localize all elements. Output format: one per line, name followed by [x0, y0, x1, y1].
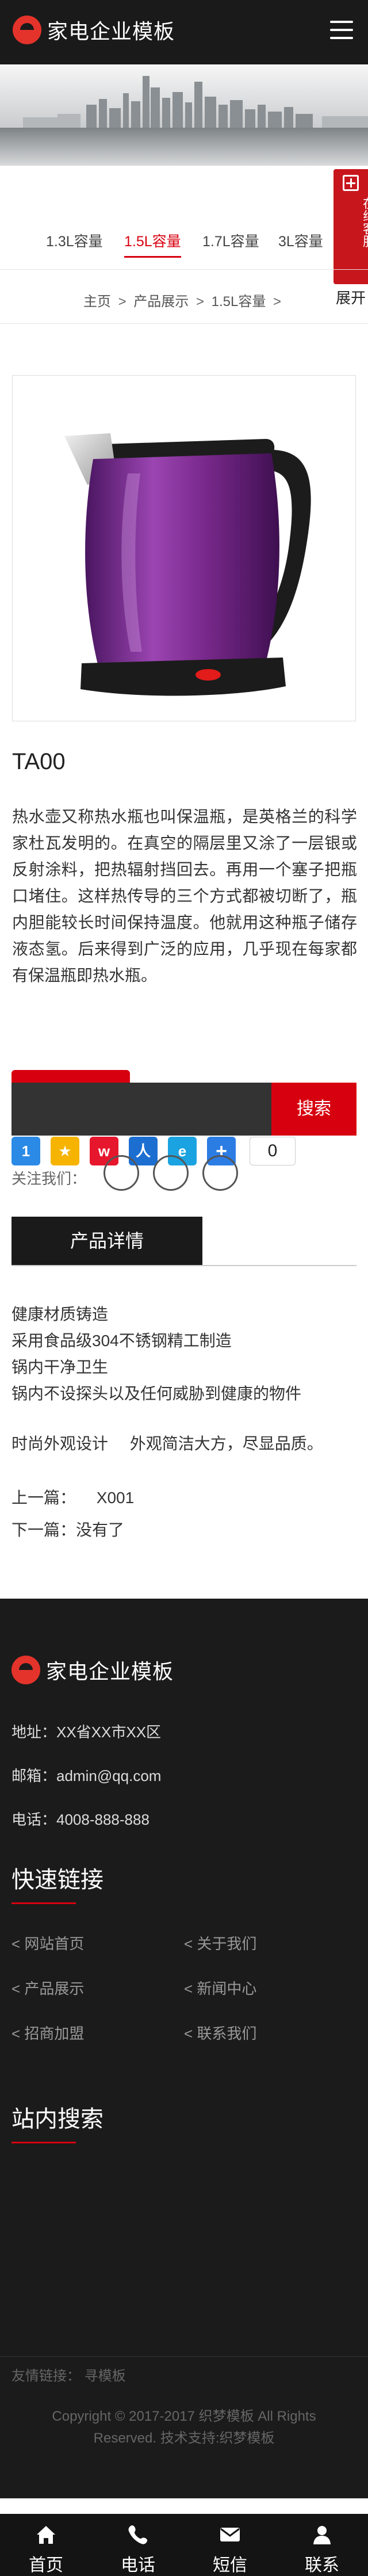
top-header: 家电企业模板 — [0, 0, 368, 64]
footer-phone: 电话：4008-888-888 — [12, 1811, 150, 1828]
footer-link-home[interactable]: < 网站首页 — [12, 1932, 84, 1954]
product-detail-tab[interactable]: 产品详情 — [12, 1217, 202, 1265]
capacity-tabs: 1.3L容量 1.5L容量 1.7L容量 3L容量 — [0, 224, 368, 258]
site-logo[interactable]: 家电企业模板 — [13, 15, 175, 45]
bottom-nav-home[interactable]: 首页 — [0, 2514, 92, 2576]
user-icon — [313, 2526, 331, 2544]
breadcrumb-category[interactable]: 1.5L容量 — [212, 294, 266, 309]
qq-icon[interactable] — [202, 1155, 238, 1191]
tab-3l[interactable]: 3L容量 — [278, 230, 323, 255]
plus-icon — [343, 175, 359, 191]
feature-item: 采用食品级304不锈钢精工制造 — [12, 1332, 232, 1350]
tab-1-3l[interactable]: 1.3L容量 — [46, 230, 103, 255]
next-label: 下一篇： — [12, 1521, 76, 1539]
quick-links-title: 快速链接 — [12, 1867, 103, 1893]
footer-logo[interactable]: 家电企业模板 — [12, 1655, 174, 1685]
tab-1-7l[interactable]: 1.7L容量 — [202, 230, 259, 255]
site-search-underline — [12, 2142, 76, 2143]
product-description: 热水壶又称热水瓶也叫保温瓶，是英格兰的科学家杜瓦发明的。在真空的隔层里又涂了一层… — [12, 808, 357, 984]
copyright-line-1: Copyright © 2017-2017 织梦模板 All Rights — [52, 2409, 316, 2424]
style-description: 时尚外观设计 外观简洁大方，尽显品质。 — [12, 1431, 340, 1454]
style-right: 外观简洁大方，尽显品质。 — [129, 1435, 323, 1453]
share-qzone-icon[interactable]: 1 — [12, 1137, 40, 1165]
copyright-line-2: Reserved. 技术支持:织梦模板 — [93, 2430, 275, 2446]
footer-divider — [0, 2356, 368, 2357]
next-link: 没有了 — [76, 1521, 125, 1539]
bottom-nav-message[interactable]: 短信 — [184, 2514, 276, 2576]
bottom-nav-label: 短信 — [213, 2556, 247, 2575]
prev-label: 上一篇： — [12, 1489, 76, 1507]
bottom-nav-label: 联系 — [305, 2556, 339, 2575]
footer-link-franchise[interactable]: < 招商加盟 — [12, 2022, 84, 2043]
breadcrumb-home[interactable]: 主页 — [83, 294, 111, 309]
feature-item: 锅内不设探头以及任何威胁到健康的物件 — [12, 1385, 302, 1402]
breadcrumb-products[interactable]: 产品展示 — [133, 294, 189, 309]
bottom-nav-label: 首页 — [29, 2556, 63, 2575]
breadcrumb-separator: > — [118, 294, 126, 309]
search-input[interactable] — [12, 1083, 271, 1136]
wechat-icon[interactable] — [153, 1155, 189, 1191]
breadcrumb-divider — [0, 323, 368, 324]
weibo-icon[interactable] — [103, 1155, 139, 1191]
footer-site-name: 家电企业模板 — [46, 1660, 174, 1683]
message-icon — [220, 2528, 240, 2541]
feature-item: 健康材质铸造 — [12, 1305, 109, 1323]
bottom-nav-phone[interactable]: 电话 — [92, 2514, 184, 2576]
tab-1-5l[interactable]: 1.5L容量 — [124, 230, 181, 258]
breadcrumb-separator: > — [195, 294, 204, 309]
bottom-nav-label: 电话 — [121, 2556, 155, 2575]
product-features: 健康材质铸造 采用食品级304不锈钢精工制造 锅内干净卫生 锅内不设探头以及任何… — [12, 1301, 301, 1407]
footer-address: 地址：XX省XX市XX区 — [12, 1723, 162, 1741]
share-bar: 1 ★ w 人 e + 0 — [12, 1136, 296, 1167]
follow-us-label: 关注我们： — [12, 1170, 87, 1187]
bottom-nav-contact[interactable]: 联系 — [276, 2514, 368, 2576]
footer-email: 邮箱：admin@qq.com — [12, 1767, 162, 1784]
footer-link-products[interactable]: < 产品展示 — [12, 1977, 84, 1998]
logo-icon — [12, 1656, 40, 1684]
footer-link-about[interactable]: < 关于我们 — [184, 1932, 256, 1954]
site-name: 家电企业模板 — [47, 20, 175, 43]
breadcrumb-separator: > — [273, 294, 282, 309]
detail-tab-underline — [12, 1265, 356, 1266]
tabs-divider — [0, 269, 368, 270]
site-search-title: 站内搜索 — [12, 2107, 103, 2132]
style-left: 时尚外观设计 — [12, 1435, 109, 1453]
bottom-nav: 首页 电话 短信 联系 — [0, 2514, 368, 2576]
home-icon — [37, 2526, 55, 2544]
prev-next-nav: 上一篇： X001 下一篇：没有了 — [12, 1482, 134, 1546]
phone-icon — [128, 2525, 148, 2544]
footer-link-contact[interactable]: < 联系我们 — [184, 2022, 256, 2043]
share-favorite-icon[interactable]: ★ — [51, 1137, 79, 1165]
breadcrumb: 主页 > 产品展示 > 1.5L容量 > — [0, 290, 368, 310]
friend-links: 友情链接： 寻模板 — [12, 2368, 126, 2384]
logo-icon — [13, 16, 41, 44]
footer-link-news[interactable]: < 新闻中心 — [184, 1977, 256, 1998]
product-image[interactable] — [12, 375, 356, 721]
site-footer: 家电企业模板 地址：XX省XX市XX区 邮箱：admin@qq.com 电话：4… — [0, 1599, 368, 2498]
prev-link[interactable]: X001 — [97, 1489, 134, 1507]
quick-links-underline — [12, 1902, 76, 1904]
product-title: TA00 — [12, 749, 66, 774]
feature-item: 锅内干净卫生 — [12, 1358, 109, 1376]
copyright: Copyright © 2017-2017 织梦模板 All Rights Re… — [0, 2406, 368, 2449]
share-count: 0 — [250, 1137, 296, 1165]
banner-image — [0, 64, 368, 166]
menu-icon[interactable] — [330, 21, 353, 43]
search-button[interactable]: 搜索 — [271, 1083, 356, 1136]
